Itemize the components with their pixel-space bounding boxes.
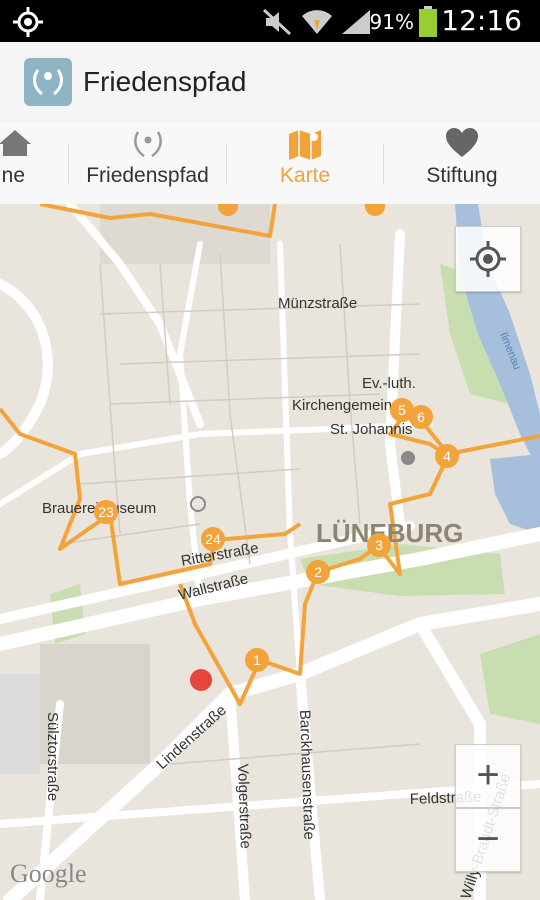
map-label-muenzstrasse: Münzstraße [278,295,357,312]
clock: 12:16 [441,4,522,37]
route-marker[interactable]: 1 [245,648,269,672]
map-label-church-1: Ev.-luth. [362,375,416,392]
dove-icon [133,131,162,158]
route-marker[interactable]: 2 [306,560,330,584]
wifi-icon [302,10,332,34]
route-marker[interactable]: 3 [367,533,391,557]
map-icon [289,130,321,160]
map-label-church-3: St. Johannis [330,421,413,438]
gps-icon [13,7,43,37]
home-icon [0,130,31,156]
tab-stiftung[interactable]: Stiftung [384,122,540,204]
church-poi-icon [401,451,415,465]
status-bar: 91% 12:16 [0,0,540,42]
route-marker[interactable]: 4 [435,444,459,468]
battery-icon [419,6,437,37]
svg-text:23: 23 [98,504,114,520]
heart-icon [446,128,478,157]
svg-text:3: 3 [375,537,383,553]
tab-divider [226,144,227,184]
my-location-button[interactable] [455,226,521,292]
map-view[interactable]: Münzstraße Ev.-luth. Kirchengemeinde St.… [0,204,540,900]
tab-label: ne [1,164,25,187]
app-logo-icon[interactable] [24,58,72,106]
tab-label: Stiftung [426,164,498,187]
map-label-volgerstrasse: Volgerstraße [234,764,254,850]
svg-text:6: 6 [417,409,425,425]
google-logo: Google [10,859,87,888]
crosshair-icon [470,241,506,277]
svg-text:24: 24 [205,531,221,547]
map-label-sulztorstrasse: Sülztorstraße [44,712,61,801]
svg-text:2: 2 [314,564,322,580]
action-bar: Friedenspfad [0,42,540,122]
location-marker-icon[interactable] [190,669,212,691]
tab-label: Friedenspfad [86,164,209,187]
tab-friedenspfad[interactable]: Friedenspfad [70,122,225,204]
tab-karte[interactable]: Karte [228,122,382,204]
tab-label: Karte [279,164,331,187]
route-marker[interactable]: 23 [94,500,118,524]
route-marker[interactable]: 24 [201,527,225,551]
signal-icon [342,10,370,34]
tab-divider [68,144,69,184]
mute-icon [262,8,292,36]
zoom-in-button[interactable]: + [455,744,521,808]
route-marker[interactable]: 6 [409,405,433,429]
svg-text:1: 1 [253,652,261,668]
svg-text:5: 5 [398,402,406,418]
battery-percent: 91% [369,10,414,34]
zoom-out-button[interactable]: − [455,808,521,872]
tab-bar: ne Friedenspfad Karte Stiftung [0,122,540,205]
tab-home[interactable]: ne [0,122,70,204]
svg-text:4: 4 [443,448,451,464]
app-title: Friedenspfad [83,66,247,97]
